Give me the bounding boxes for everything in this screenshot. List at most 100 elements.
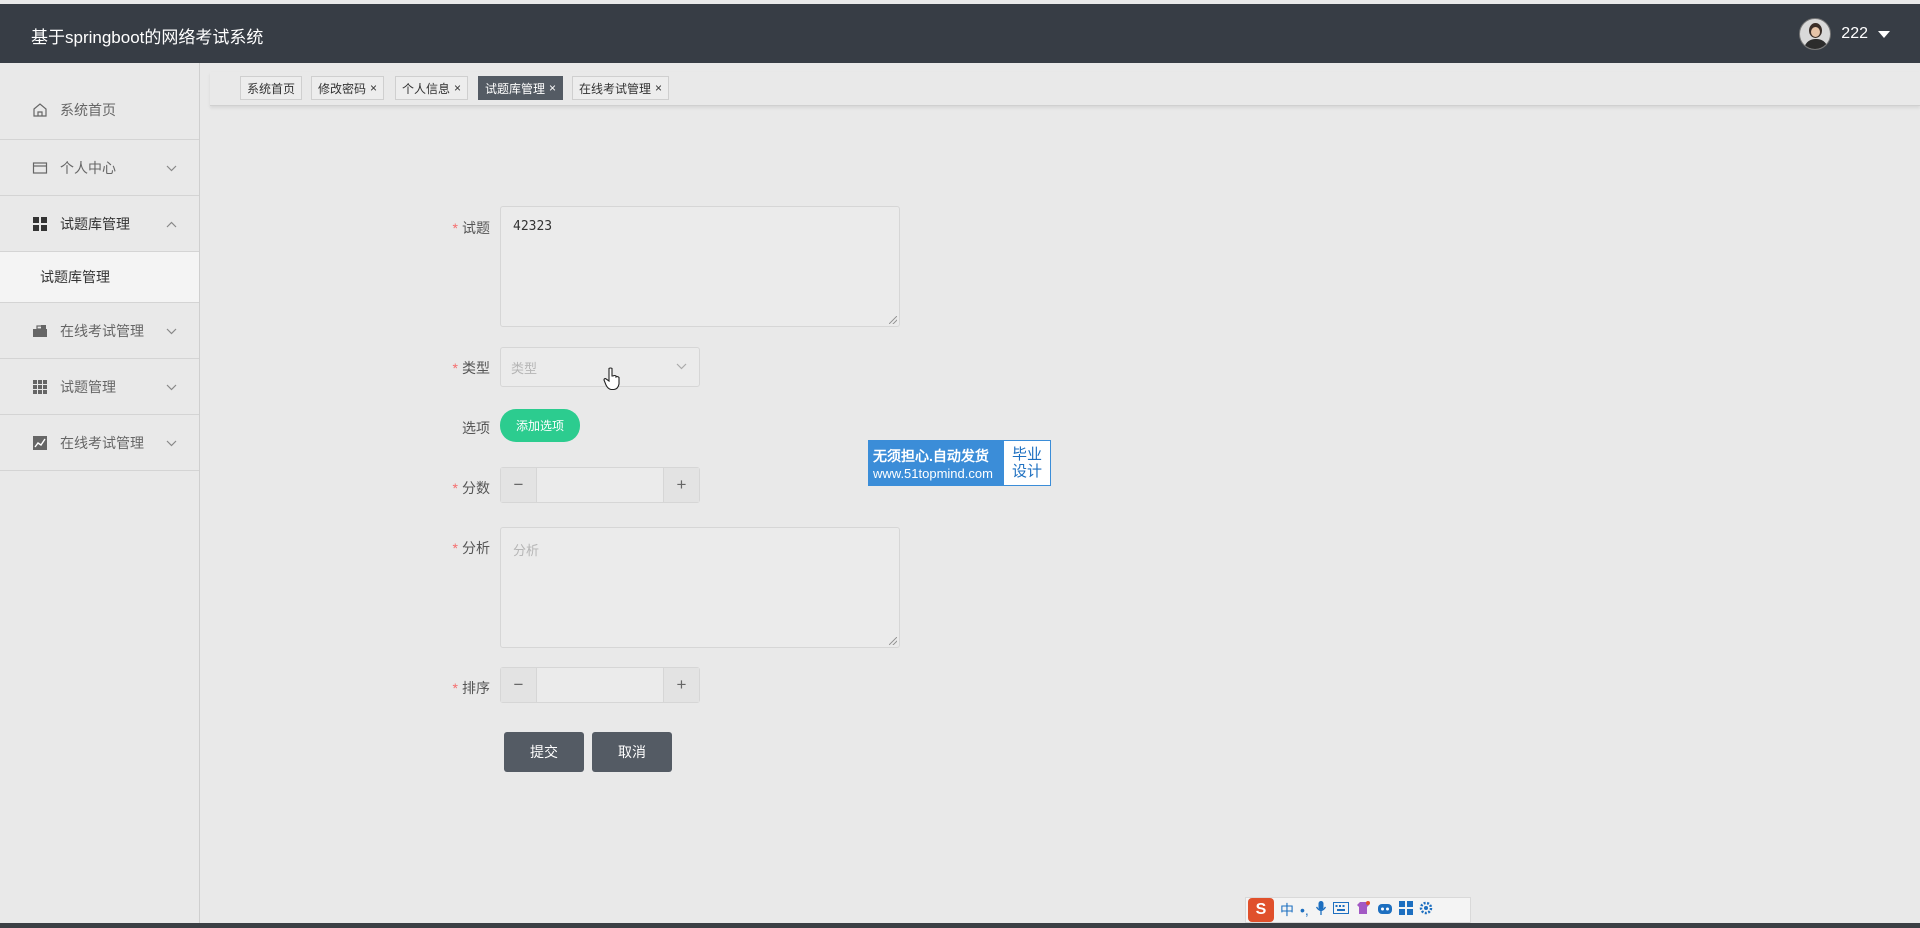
analysis-placeholder: 分析 (513, 543, 540, 558)
toolbox-icon[interactable] (1398, 900, 1413, 920)
sidebar-item-label: 试题库管理 (60, 215, 130, 232)
keyboard-icon[interactable] (1332, 901, 1349, 919)
tab-question-bank[interactable]: 试题库管理 × (478, 76, 564, 100)
sidebar-item-question-bank[interactable]: 试题库管理 (0, 196, 199, 252)
minus-button[interactable]: − (501, 468, 537, 502)
microphone-icon[interactable] (1315, 900, 1327, 921)
chevron-down-icon (166, 380, 177, 394)
close-icon[interactable]: × (549, 81, 556, 95)
sidebar-item-label: 系统首页 (60, 102, 116, 118)
question-value: 42323 (513, 219, 553, 234)
order-stepper[interactable]: − + (500, 667, 700, 703)
home-icon (31, 101, 49, 119)
user-menu[interactable]: 222 (1799, 18, 1890, 50)
gear-icon[interactable] (1419, 901, 1433, 920)
ime-punct[interactable]: •, (1300, 902, 1309, 918)
watermark-right2: 设计 (1011, 463, 1042, 480)
hand-cursor-icon (603, 367, 621, 396)
label-text: 分数 (462, 480, 490, 496)
required-mark: * (452, 680, 458, 696)
sidebar-item-home[interactable]: 系统首页 (0, 63, 199, 140)
chart-icon (31, 434, 49, 452)
caret-down-icon[interactable] (1878, 30, 1890, 38)
chevron-down-icon (166, 436, 177, 450)
question-textarea[interactable]: 42323 (500, 206, 900, 327)
required-mark: * (452, 540, 458, 556)
watermark-right: 毕业 设计 (1004, 441, 1050, 485)
type-placeholder: 类型 (511, 360, 538, 376)
chevron-up-icon (166, 217, 177, 231)
type-select[interactable]: 类型 (500, 347, 700, 387)
app-title: 基于springboot的网络考试系统 (31, 28, 264, 47)
tab-personal-info[interactable]: 个人信息 × (395, 76, 469, 100)
tab-label: 在线考试管理 (579, 81, 652, 96)
required-mark: * (452, 360, 458, 376)
cancel-button[interactable]: 取消 (592, 732, 672, 772)
grid-icon (31, 215, 49, 233)
sidebar-item-label: 在线考试管理 (60, 434, 144, 451)
watermark-line2: www.51topmind.com (873, 465, 993, 481)
submit-button[interactable]: 提交 (504, 732, 584, 772)
ime-logo-icon[interactable]: S (1248, 898, 1274, 922)
sidebar-item-label: 在线考试管理 (60, 322, 144, 339)
sidebar-item-online-exam[interactable]: 在线考试管理 (0, 303, 199, 359)
ime-toolbar[interactable]: S 中 •, (1245, 897, 1471, 923)
analysis-textarea[interactable]: 分析 (500, 527, 900, 648)
tab-label: 修改密码 (318, 81, 367, 96)
close-icon[interactable]: × (454, 81, 461, 95)
watermark-line1: 无须担心.自动发货 (873, 447, 989, 464)
top-header: 基于springboot的网络考试系统 222 (0, 4, 1920, 63)
avatar[interactable] (1799, 18, 1832, 50)
score-stepper[interactable]: − + (500, 467, 700, 503)
required-mark: * (452, 480, 458, 496)
chevron-down-icon (166, 324, 177, 338)
question-label: * 试题 (440, 218, 490, 238)
minus-button[interactable]: − (501, 668, 537, 702)
order-label: * 排序 (440, 678, 490, 698)
sidebar-item-personal-center[interactable]: 个人中心 (0, 140, 199, 196)
close-icon[interactable]: × (370, 81, 377, 95)
sidebar-item-label: 个人中心 (60, 159, 116, 176)
watermark-badge: 无须担心.自动发货 www.51topmind.com 毕业 设计 (868, 440, 1051, 486)
add-option-button[interactable]: 添加选项 (500, 409, 580, 442)
tab-change-password[interactable]: 修改密码 × (311, 76, 385, 100)
options-label: 选项 (462, 420, 490, 436)
skin-icon[interactable] (1355, 900, 1371, 920)
card-icon (31, 159, 49, 177)
label-text: 试题 (462, 220, 490, 236)
app-root: 基于springboot的网络考试系统 222 系统首页 个人中心 试题库管理 … (0, 0, 1920, 928)
sidebar-item-questions[interactable]: 试题管理 (0, 359, 199, 415)
chevron-down-icon (166, 161, 177, 175)
sidebar: 系统首页 个人中心 试题库管理 试题库管理 在线考试管理 试题管理 在线考试管理 (0, 63, 200, 923)
plus-button[interactable]: + (663, 668, 699, 702)
score-input[interactable] (537, 468, 663, 502)
tab-label: 个人信息 (402, 81, 451, 96)
tab-home[interactable]: 系统首页 (240, 76, 303, 100)
analysis-label: * 分析 (440, 538, 490, 558)
tab-label: 试题库管理 (485, 81, 546, 96)
apps-icon (31, 378, 49, 396)
robot-icon[interactable] (1377, 901, 1393, 920)
tab-label: 系统首页 (247, 81, 296, 96)
user-name[interactable]: 222 (1841, 25, 1868, 43)
taskbar-edge (0, 923, 1920, 928)
label-text: 分析 (462, 540, 490, 556)
watermark-right1: 毕业 (1011, 446, 1042, 463)
order-input[interactable] (537, 668, 663, 702)
plus-button[interactable]: + (663, 468, 699, 502)
sidebar-item-label: 试题管理 (60, 378, 116, 395)
label-text: 类型 (462, 360, 490, 376)
resize-grip[interactable] (889, 316, 897, 324)
briefcase-icon (31, 322, 49, 340)
label-text: 排序 (462, 680, 490, 696)
close-icon[interactable]: × (655, 81, 662, 95)
required-mark: * (452, 220, 458, 236)
tab-online-exam[interactable]: 在线考试管理 × (572, 76, 670, 100)
type-label: * 类型 (440, 358, 490, 378)
ime-mode[interactable]: 中 (1280, 900, 1294, 920)
score-label: * 分数 (440, 478, 490, 498)
sidebar-subitem-question-bank[interactable]: 试题库管理 (0, 252, 199, 303)
chevron-down-icon (676, 361, 687, 373)
resize-grip[interactable] (889, 637, 897, 645)
sidebar-item-online-exam-2[interactable]: 在线考试管理 (0, 415, 199, 471)
